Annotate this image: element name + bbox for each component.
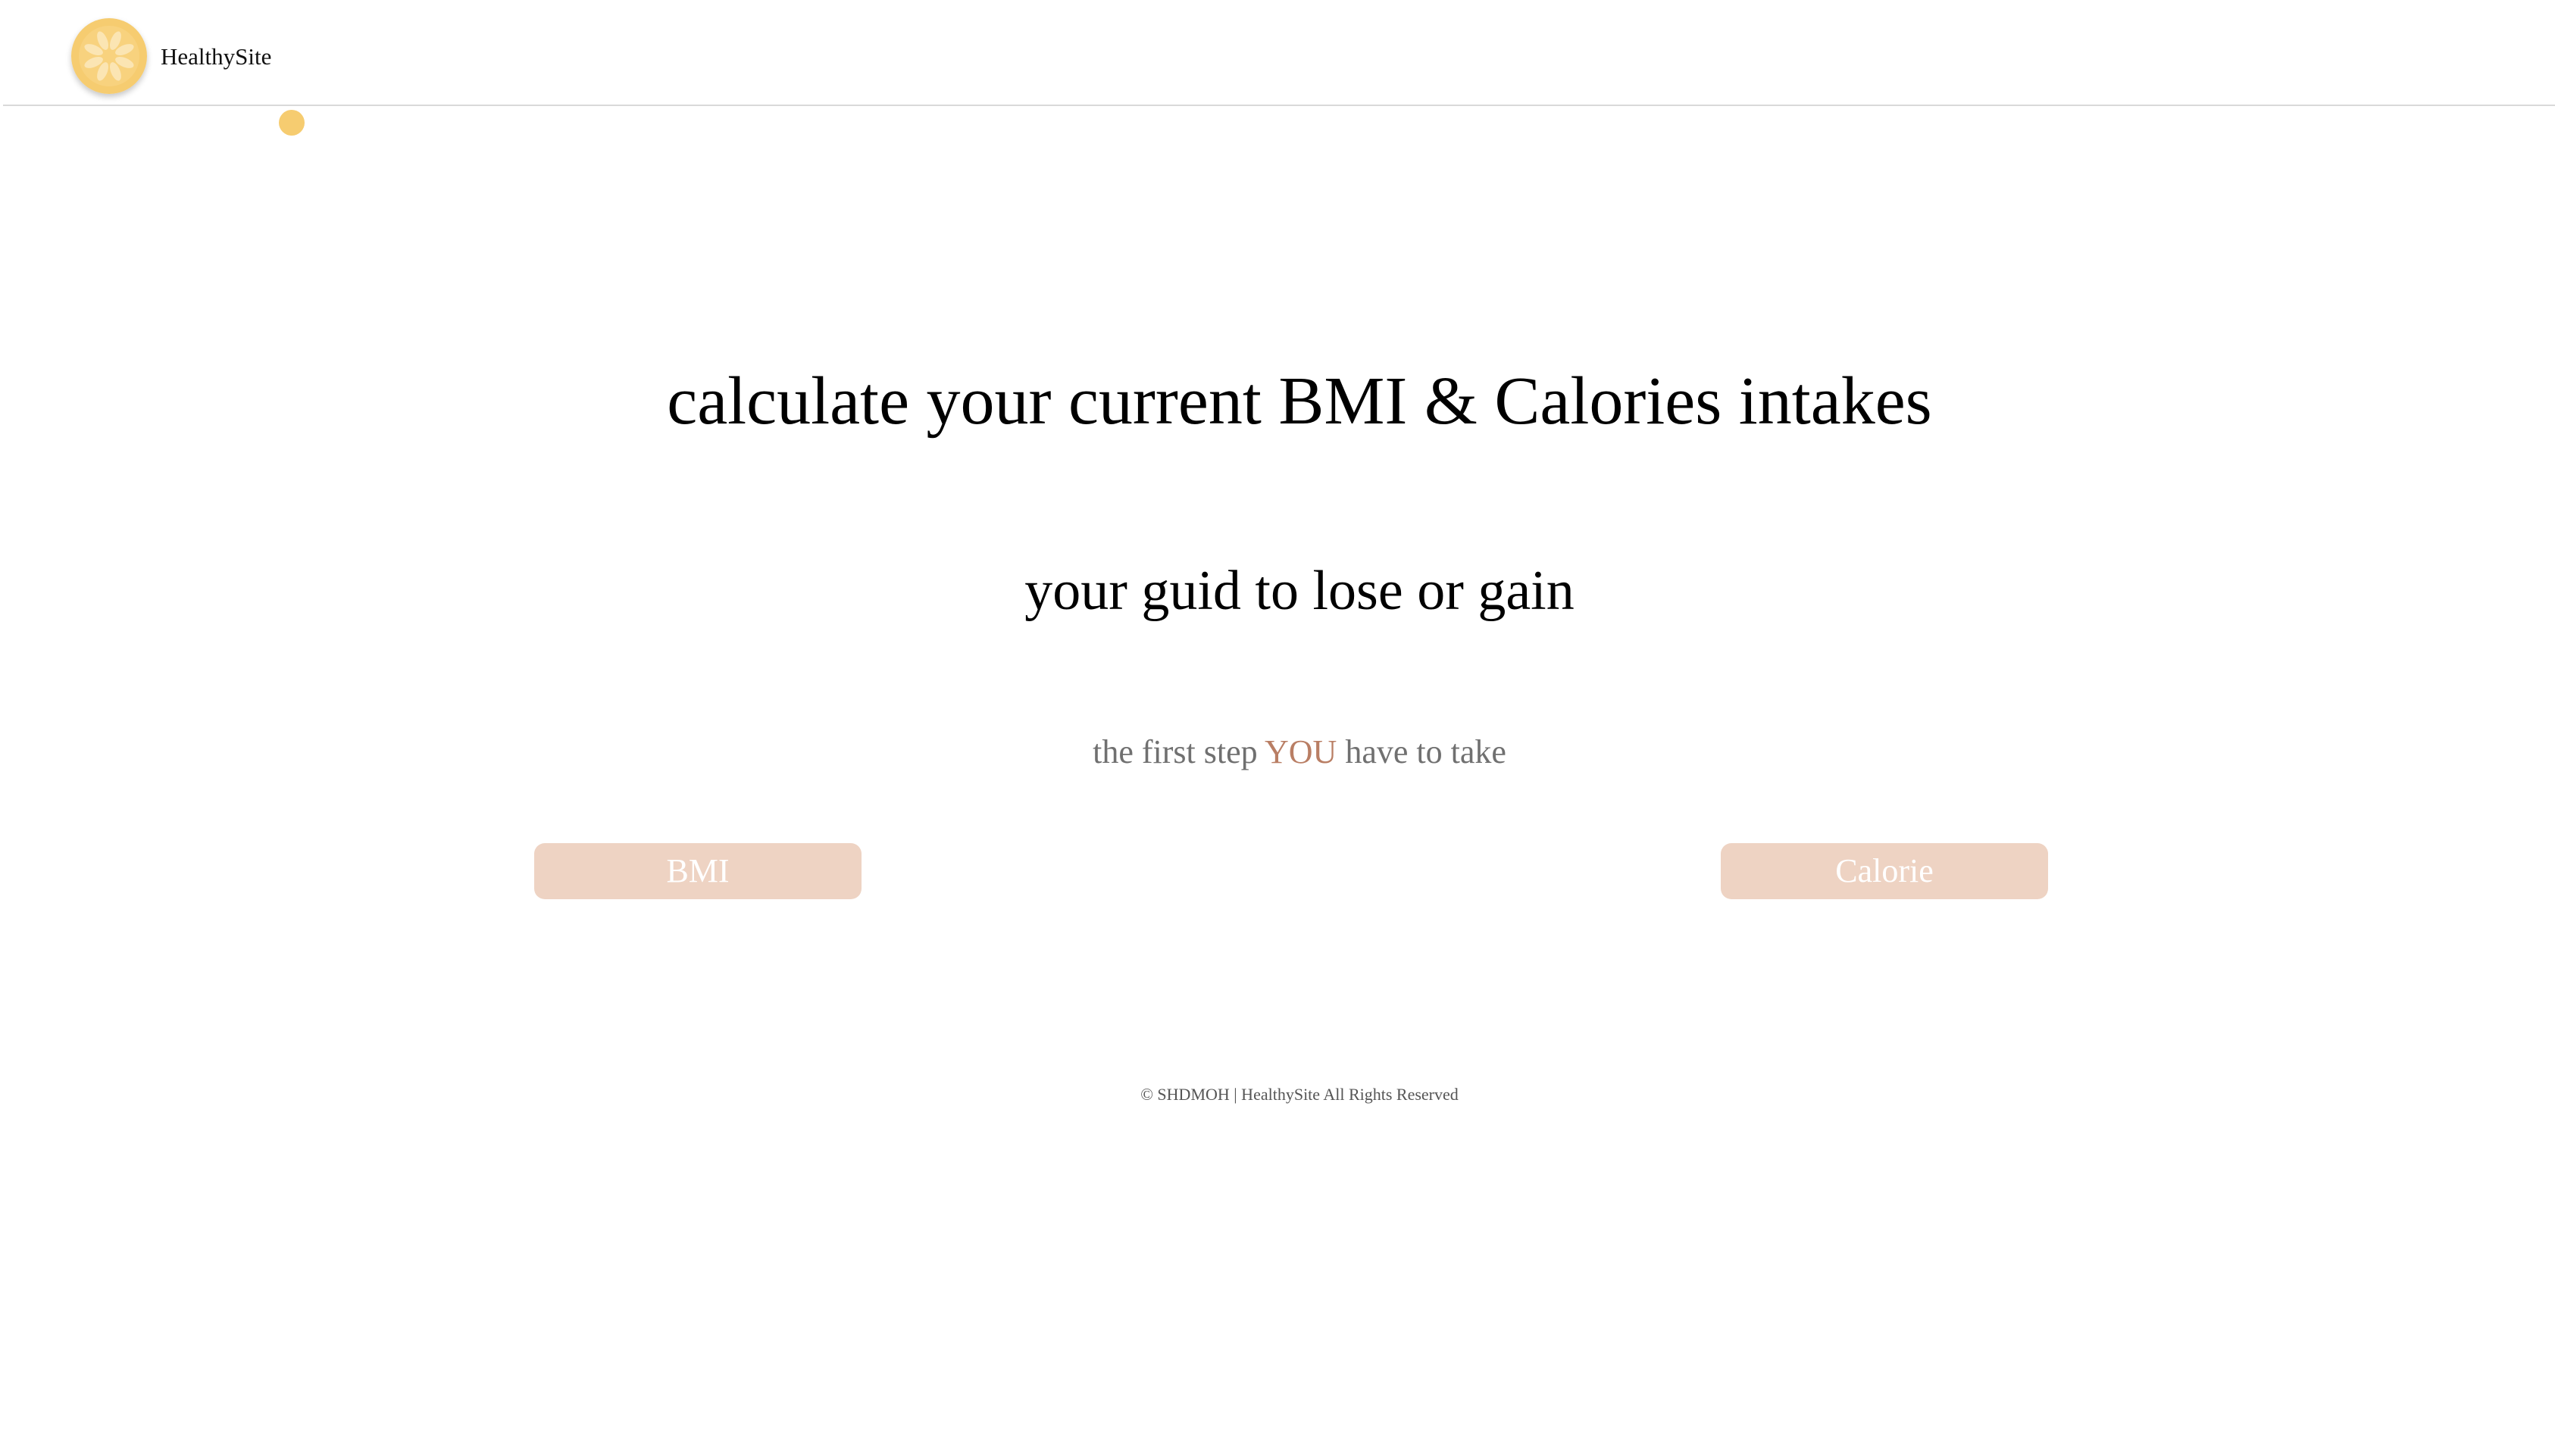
tagline: the first step YOU have to take xyxy=(0,730,2555,775)
calorie-button[interactable]: Calorie xyxy=(1721,843,2048,899)
bmi-button[interactable]: BMI xyxy=(534,843,862,899)
tagline-start: the first step xyxy=(1093,733,1265,770)
lemon-slice-icon[interactable] xyxy=(71,18,147,94)
lemon-slice-graphic xyxy=(71,18,147,94)
decorative-dot xyxy=(279,110,305,136)
page-title: calculate your current BMI & Calories in… xyxy=(667,364,1932,439)
brand-name[interactable]: HealthySite xyxy=(161,42,271,72)
navbar: HealthySite xyxy=(3,0,2555,106)
footer-copyright: © SHDMOH | HealthySite All Rights Reserv… xyxy=(1140,1085,1459,1104)
tagline-highlight: YOU xyxy=(1264,733,1337,770)
tagline-end: have to take xyxy=(1337,733,1506,770)
page-subtitle: your guid to lose or gain xyxy=(1024,560,1575,622)
